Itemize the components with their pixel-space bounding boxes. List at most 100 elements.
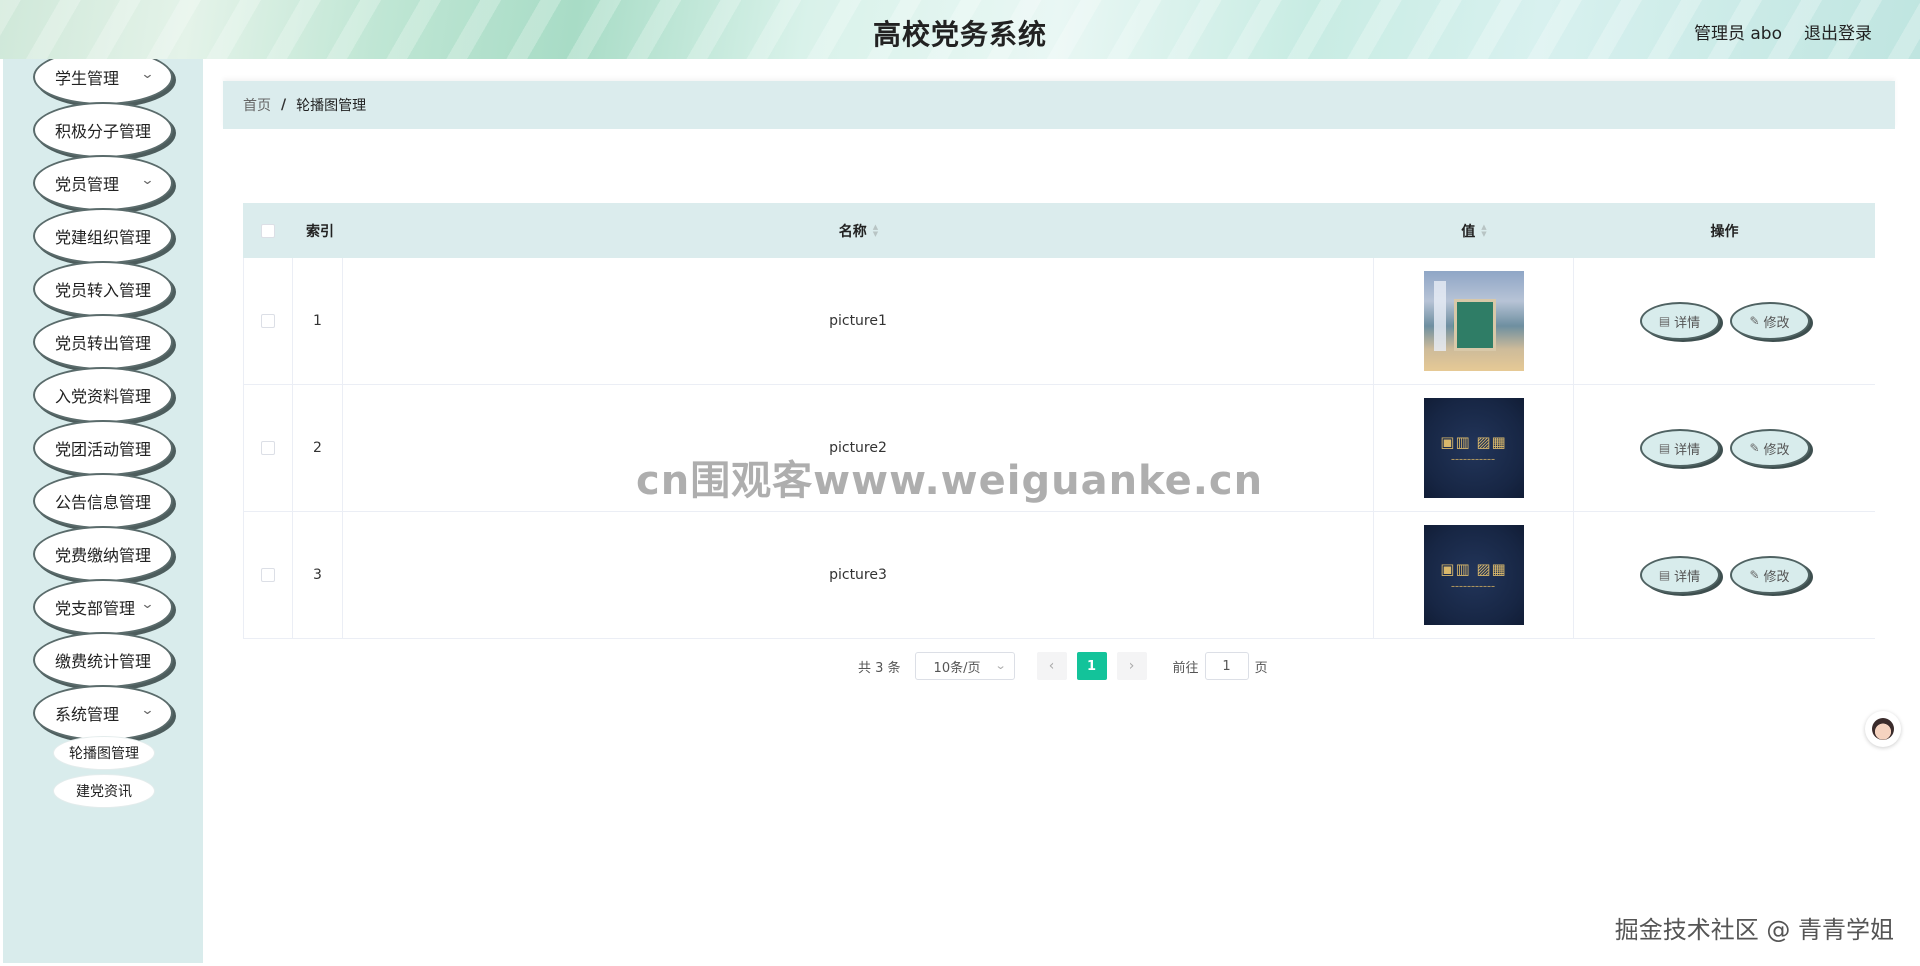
pencil-icon: ✎ xyxy=(1749,441,1760,455)
chevron-left-icon: ‹ xyxy=(1048,658,1055,674)
detail-button[interactable]: ▤ 详情 xyxy=(1639,302,1720,340)
edit-label: 修改 xyxy=(1763,315,1790,331)
sidebar-item-materials[interactable]: 入党资料管理 xyxy=(33,367,173,423)
row-checkbox-cell xyxy=(243,258,293,384)
sidebar-item-activities[interactable]: 党团活动管理 xyxy=(33,420,173,476)
logo-image[interactable]: ▣▥ ▨▦ ━━━━━━━━━━━ xyxy=(1423,398,1524,498)
logo-image[interactable]: ▣▥ ▨▦ ━━━━━━━━━━━ xyxy=(1423,525,1524,625)
row-value: ▣▥ ▨▦ ━━━━━━━━━━━ xyxy=(1374,512,1574,638)
row-checkbox-cell xyxy=(243,385,293,511)
header-checkbox-cell xyxy=(243,203,293,258)
detail-label: 详情 xyxy=(1674,442,1701,458)
detail-label: 详情 xyxy=(1674,315,1701,331)
sidebar-item-fees[interactable]: 党费缴纳管理 xyxy=(33,526,173,582)
sidebar-subitem-carousel[interactable]: 轮播图管理 xyxy=(53,736,155,770)
header-ops: 操作 xyxy=(1574,203,1875,258)
select-all-checkbox[interactable] xyxy=(261,223,275,238)
sidebar-item-members[interactable]: 党员管理 ⌄ xyxy=(33,155,173,211)
sidebar-item-label: 学生管理 xyxy=(55,69,120,88)
header-name[interactable]: 名称 ▲ ▼ xyxy=(343,203,1374,258)
header-index: 索引 xyxy=(293,203,343,258)
detail-button[interactable]: ▤ 详情 xyxy=(1639,556,1720,594)
logo-mark: ▣▥ ▨▦ xyxy=(1440,433,1507,451)
chevron-down-icon: ⌄ xyxy=(140,173,155,188)
row-checkbox[interactable] xyxy=(261,314,275,328)
chevron-right-icon: › xyxy=(1128,658,1135,674)
page-size-value: 10条/页 xyxy=(933,660,981,676)
row-checkbox[interactable] xyxy=(261,441,275,455)
classroom-image[interactable] xyxy=(1423,271,1524,371)
sidebar-item-notices[interactable]: 公告信息管理 xyxy=(33,473,173,529)
pencil-icon: ✎ xyxy=(1749,568,1760,582)
sidebar-item-transfer-in[interactable]: 党员转入管理 xyxy=(33,261,173,317)
breadcrumb: 首页 / 轮播图管理 xyxy=(223,81,1895,129)
page-unit-label: 页 xyxy=(1254,660,1268,676)
sidebar-item-label: 系统管理 xyxy=(55,705,120,724)
prev-page-button[interactable]: ‹ xyxy=(1036,652,1067,680)
sidebar-item-label: 党费缴纳管理 xyxy=(55,546,152,565)
pagination: 共 3 条 10条/页 ⌄ ‹ 1 › 前往 页 xyxy=(858,651,1268,681)
chevron-down-icon: ⌄ xyxy=(140,703,155,718)
row-ops: ▤ 详情 ✎ 修改 xyxy=(1574,512,1875,638)
sidebar-item-label: 党团活动管理 xyxy=(55,440,152,459)
pagination-total: 共 3 条 xyxy=(858,660,901,676)
current-user: 管理员 abo xyxy=(1693,24,1782,44)
sidebar-item-fee-stats[interactable]: 缴费统计管理 xyxy=(33,632,173,688)
pencil-icon: ✎ xyxy=(1749,314,1760,328)
sidebar-subitem-label: 建党资讯 xyxy=(76,784,132,800)
sidebar-item-transfer-out[interactable]: 党员转出管理 xyxy=(33,314,173,370)
sort-icon[interactable]: ▲ ▼ xyxy=(873,223,878,238)
chevron-down-icon: ⌄ xyxy=(140,597,155,612)
header-value[interactable]: 值 ▲ ▼ xyxy=(1374,203,1574,258)
sidebar: 学生管理 ⌄ 积极分子管理 党员管理 ⌄ 党建组织管理 党员转入管理 党员转出管理 … xyxy=(3,59,203,963)
row-checkbox[interactable] xyxy=(261,568,275,582)
row-ops: ▤ 详情 ✎ 修改 xyxy=(1574,258,1875,384)
header-index-label: 索引 xyxy=(306,223,334,240)
avatar-icon xyxy=(1872,718,1894,740)
logo-tagline: ━━━━━━━━━━━ xyxy=(1451,584,1496,590)
row-index: 3 xyxy=(293,512,343,638)
goto-page-input[interactable] xyxy=(1204,652,1249,680)
row-ops: ▤ 详情 ✎ 修改 xyxy=(1574,385,1875,511)
sort-icon[interactable]: ▲ ▼ xyxy=(1481,223,1486,238)
breadcrumb-home-link[interactable]: 首页 xyxy=(243,95,271,115)
logout-button[interactable]: 退出登录 xyxy=(1804,19,1872,44)
next-page-button[interactable]: › xyxy=(1116,652,1147,680)
table-row: 3 picture3 ▣▥ ▨▦ ━━━━━━━━━━━ ▤ 详情 ✎ 修改 xyxy=(243,512,1875,639)
edit-button[interactable]: ✎ 修改 xyxy=(1729,302,1810,340)
sidebar-item-label: 党建组织管理 xyxy=(55,228,152,247)
page-number-button[interactable]: 1 xyxy=(1076,652,1107,680)
sidebar-item-label: 缴费统计管理 xyxy=(55,652,152,671)
table-row: 2 picture2 ▣▥ ▨▦ ━━━━━━━━━━━ ▤ 详情 ✎ 修改 xyxy=(243,385,1875,512)
app-title: 高校党务系统 xyxy=(872,18,1047,51)
sidebar-item-activists[interactable]: 积极分子管理 xyxy=(33,102,173,158)
sidebar-subitem-label: 轮播图管理 xyxy=(69,746,139,762)
header-value-label: 值 xyxy=(1461,223,1476,240)
corner-watermark: 掘金技术社区 @ 青青学姐 xyxy=(1614,916,1894,944)
main-content: 首页 / 轮播图管理 索引 名称 ▲ ▼ 值 ▲ ▼ 操作 1 picture1 ▤ 详情… xyxy=(203,59,1920,963)
sidebar-item-label: 入党资料管理 xyxy=(55,387,152,406)
header-ops-label: 操作 xyxy=(1710,223,1739,240)
document-icon: ▤ xyxy=(1658,314,1671,328)
sidebar-item-branches[interactable]: 党支部管理 ⌄ xyxy=(33,579,173,635)
table-row: 1 picture1 ▤ 详情 ✎ 修改 xyxy=(243,258,1875,385)
assistant-avatar-button[interactable] xyxy=(1865,711,1901,747)
edit-button[interactable]: ✎ 修改 xyxy=(1729,556,1810,594)
page-size-select[interactable]: 10条/页 ⌄ xyxy=(914,652,1015,680)
sidebar-item-label: 公告信息管理 xyxy=(55,493,152,512)
sidebar-subitem-news[interactable]: 建党资讯 xyxy=(53,774,155,808)
edit-button[interactable]: ✎ 修改 xyxy=(1729,429,1810,467)
row-index: 1 xyxy=(293,258,343,384)
row-value xyxy=(1374,258,1574,384)
sidebar-item-label: 党支部管理 xyxy=(55,599,136,618)
sidebar-item-label: 党员转出管理 xyxy=(55,334,152,353)
row-name: picture2 xyxy=(343,385,1374,511)
sidebar-item-system[interactable]: 系统管理 ⌄ xyxy=(33,685,173,741)
sidebar-item-students[interactable]: 学生管理 ⌄ xyxy=(33,59,173,105)
window-shape xyxy=(1433,281,1446,351)
top-header: 高校党务系统 管理员 abo 退出登录 xyxy=(0,0,1920,59)
sidebar-item-organizations[interactable]: 党建组织管理 xyxy=(33,208,173,264)
sidebar-item-label: 党员转入管理 xyxy=(55,281,152,300)
chevron-down-icon: ⌄ xyxy=(140,67,155,82)
detail-button[interactable]: ▤ 详情 xyxy=(1639,429,1720,467)
